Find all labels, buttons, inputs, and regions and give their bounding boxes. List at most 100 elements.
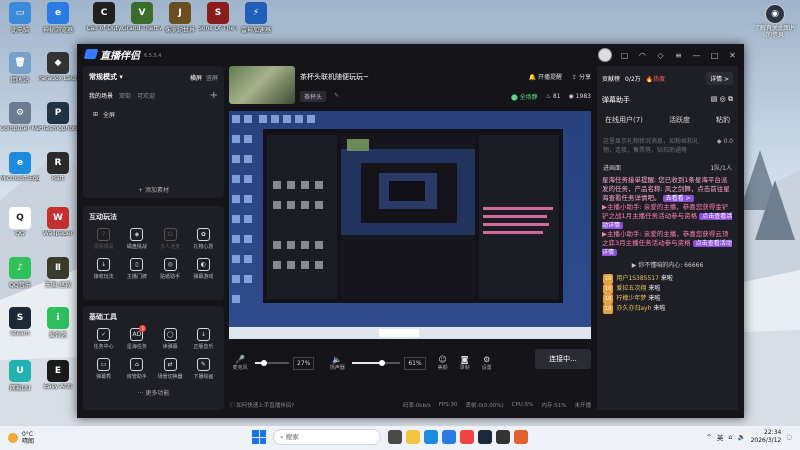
- more-features-button[interactable]: ··· 更多功能: [83, 388, 224, 397]
- tab-online-users[interactable]: 在线用户(7): [605, 115, 643, 125]
- mic-slider-knob[interactable]: [261, 360, 268, 366]
- clock[interactable]: 22:34 2026/3/12: [751, 429, 782, 445]
- store-icon[interactable]: [442, 430, 456, 444]
- target-icon[interactable]: ◎: [720, 95, 726, 103]
- desktop-icon-paradox[interactable]: ◆Paradox Launcher v2: [38, 52, 78, 82]
- stream-title[interactable]: 茶杯头联机随便玩玩~: [300, 72, 369, 82]
- list-item[interactable]: 10 亦久亦归ayh 来啦: [603, 304, 732, 314]
- tool-item-danmaku-show[interactable]: ▭ 弹幕秀: [87, 358, 120, 380]
- tool-item-xinghai[interactable]: AD 1 星海任务: [120, 325, 153, 350]
- desktop-icon-raft[interactable]: R Raft: [38, 152, 78, 182]
- stream-tag[interactable]: 茶杯头: [300, 91, 327, 102]
- desktop-icon-qqmusic[interactable]: ♪ QQ音乐: [0, 257, 40, 289]
- help-link[interactable]: ⓘ 如何快速上手直播伴侣?: [229, 401, 395, 409]
- desktop-icon-uu[interactable]: U 网易UU: [0, 360, 40, 392]
- edge-taskbar-icon[interactable]: [424, 430, 438, 444]
- list-item[interactable]: 10 用户1S385517 来啦: [603, 274, 732, 284]
- tab-portrait[interactable]: 竖屏: [206, 75, 218, 82]
- interactive-item-game[interactable]: ◐ 弹幕游戏: [187, 258, 220, 280]
- desktop-icon-wallpaper[interactable]: W Wallpaper: [38, 207, 78, 237]
- file-explorer-icon[interactable]: [406, 430, 420, 444]
- settings-button[interactable]: ⚙ 设置: [476, 355, 498, 371]
- interactive-item-door[interactable]: ▯ 主播门牌: [120, 258, 153, 280]
- tab-scene-2[interactable]: 双街: [119, 91, 131, 100]
- desktop-icon-edge[interactable]: e Microsoft Edge: [0, 152, 40, 182]
- message-icon[interactable]: ▢: [619, 50, 630, 61]
- tab-activity[interactable]: 活跃度: [669, 115, 690, 125]
- mic-toggle[interactable]: 🎤 麦克风: [229, 355, 251, 371]
- interactive-item-gift[interactable]: ✿ 礼物心愿: [187, 228, 220, 250]
- mode-selector[interactable]: 常规模式 ▾: [89, 72, 123, 82]
- open-reminder-button[interactable]: 🔔 开播提醒: [529, 72, 562, 81]
- desktop-icon-kcd[interactable]: Ⅱ 天国:拯救: [38, 257, 78, 289]
- network-icon[interactable]: ⌂: [728, 433, 732, 441]
- tab-fans[interactable]: 粘豹: [716, 115, 730, 125]
- desktop-icon-cod[interactable]: C Call of Duty: [84, 2, 124, 32]
- doc-icon[interactable]: ▤: [711, 95, 718, 103]
- share-button[interactable]: ⇪ 分享: [572, 72, 591, 81]
- weather-widget[interactable]: 0°C 晴朗: [8, 431, 34, 445]
- view-task-button[interactable]: 去看看 >: [662, 195, 694, 202]
- stream-cover[interactable]: [229, 66, 295, 104]
- interactive-item-guess[interactable]: ? 猜猜谁是: [87, 228, 120, 250]
- speaker-toggle[interactable]: 🔈 扬声器: [326, 355, 348, 371]
- scene-item-fullscreen[interactable]: ⊞ 全屏: [87, 107, 220, 121]
- tool-item-admin[interactable]: ⌂ 房管助手: [120, 358, 153, 380]
- edit-icon[interactable]: ✎: [334, 92, 339, 99]
- tool-item-paint[interactable]: ✎ 下播绘画: [187, 358, 220, 380]
- app-taskbar-icon[interactable]: [460, 430, 474, 444]
- game-taskbar-icon[interactable]: [496, 430, 510, 444]
- lang-indicator[interactable]: 英: [717, 432, 724, 442]
- tab-landscape[interactable]: 横屏: [190, 75, 202, 82]
- steam-taskbar-icon[interactable]: [478, 430, 492, 444]
- desktop-icon-browser[interactable]: e 神秘浏览器: [38, 2, 78, 34]
- list-item[interactable]: 10 柠檬少年梦 来啦: [603, 294, 732, 304]
- speaker-volume-slider[interactable]: [352, 360, 401, 366]
- speaker-volume-value[interactable]: 61%: [404, 356, 426, 370]
- start-button[interactable]: [252, 430, 266, 444]
- desktop-icon-easyanti[interactable]: E Easy Anti: [38, 360, 78, 390]
- desktop-icon-qq[interactable]: Q QQ: [0, 207, 40, 237]
- task-view-icon[interactable]: [388, 430, 402, 444]
- desktop-icon-phasmo[interactable]: P Phasmophobia: [38, 102, 78, 132]
- chat-latest-message[interactable]: ▶ 你不懂咱的内心: 66666: [597, 257, 738, 269]
- tool-item-task[interactable]: ✓ 任务中心: [87, 328, 120, 350]
- tool-item-scene-switch[interactable]: ⇄ 场景切换器: [154, 358, 187, 380]
- minimize-icon[interactable]: —: [691, 50, 702, 61]
- desktop-icon-recycle[interactable]: 🗑 回收站: [0, 52, 40, 84]
- interactive-item-disk[interactable]: ◈ 磁盘挑战: [120, 228, 153, 250]
- volume-icon[interactable]: 🔈: [737, 433, 745, 441]
- popout-icon[interactable]: ⧉: [728, 95, 733, 103]
- close-icon[interactable]: ✕: [727, 50, 738, 61]
- interactive-item-receive[interactable]: ↓ 接收玩法: [87, 258, 120, 280]
- tab-scene-3[interactable]: 可欢迎: [137, 91, 155, 100]
- desktop-icon-gta[interactable]: VGrand Theft Auto V: [122, 2, 162, 32]
- detail-button[interactable]: 详情 >: [706, 72, 733, 85]
- headset-icon[interactable]: ◠: [637, 50, 648, 61]
- mic-volume-value[interactable]: 27%: [293, 356, 315, 370]
- desktop-icon-jurassic[interactable]: J 侏罗纪世界: [160, 2, 200, 34]
- desktop-icon-compmgmt[interactable]: ⚙Computer Man...: [0, 102, 40, 132]
- stream-preview[interactable]: [229, 111, 591, 339]
- live-companion-taskbar-icon[interactable]: [514, 430, 528, 444]
- skin-icon[interactable]: ◇: [655, 50, 666, 61]
- mic-volume-slider[interactable]: [255, 360, 289, 366]
- add-material-button[interactable]: + 添加素材: [83, 185, 224, 194]
- speaker-slider-knob[interactable]: [378, 360, 385, 366]
- tab-my-scenes[interactable]: 我的场景: [89, 91, 113, 100]
- taskbar-search[interactable]: ⌕ 搜索: [273, 429, 381, 445]
- add-scene-button[interactable]: +: [210, 90, 218, 101]
- avatar[interactable]: [598, 48, 612, 62]
- desktop-icon-leishen[interactable]: ⚡ 雷神加速器: [236, 2, 276, 34]
- menu-icon[interactable]: ≡: [673, 50, 684, 61]
- desktop-icon-steam[interactable]: S Steam: [0, 307, 40, 337]
- beauty-button[interactable]: ☺ 美颜: [432, 355, 454, 371]
- go-live-button[interactable]: 连接中...: [535, 349, 591, 369]
- notification-icon[interactable]: ◌: [786, 433, 792, 441]
- maximize-icon[interactable]: □: [709, 50, 720, 61]
- desktop-icon-image-info[interactable]: ◉ 了解有关此图片的信息: [752, 4, 798, 39]
- desktop-icon-sons[interactable]: SSons Of The Forest: [198, 2, 238, 32]
- desktop-icon-iqiyi[interactable]: i 爱奇艺: [38, 307, 78, 339]
- chevron-up-icon[interactable]: ^: [706, 433, 711, 441]
- tool-item-read-danmaku[interactable]: ◯ 读弹幕: [154, 328, 187, 350]
